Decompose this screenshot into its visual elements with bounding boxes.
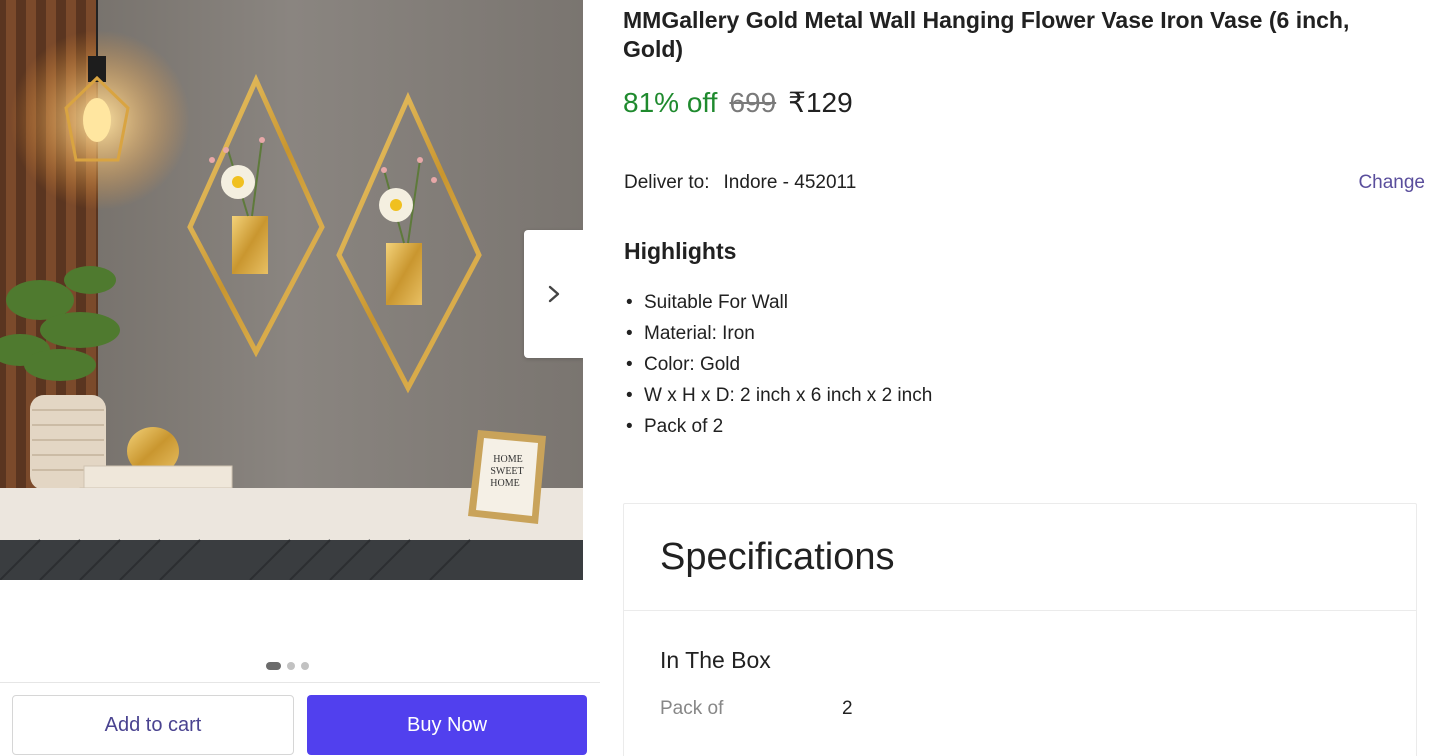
action-bar: Add to cart Buy Now [0, 682, 600, 756]
highlight-item: Color: Gold [624, 352, 944, 377]
specifications-header: Specifications [624, 504, 1416, 611]
specifications-card: Specifications In The Box Pack of 2 [623, 503, 1417, 756]
pagination-dot[interactable] [301, 662, 309, 670]
pagination-dot-active[interactable] [266, 662, 281, 670]
buy-now-button[interactable]: Buy Now [307, 695, 587, 755]
delivery-location: Indore - 452011 [723, 172, 857, 193]
highlights-list: Suitable For Wall Material: Iron Color: … [624, 290, 944, 445]
pagination-dot[interactable] [287, 662, 295, 670]
chevron-right-icon [548, 285, 559, 303]
delivery-row: Deliver to: Indore - 452011 Change [624, 172, 1425, 194]
product-image: HOME SWEET HOME [0, 0, 583, 580]
svg-text:HOME: HOME [493, 454, 522, 465]
change-location-link[interactable]: Change [1358, 172, 1425, 194]
spec-row: Pack of 2 [660, 698, 853, 720]
svg-text:HOME: HOME [490, 478, 519, 489]
highlight-item: Suitable For Wall [624, 290, 944, 315]
next-image-button[interactable] [524, 230, 583, 358]
spec-key: Pack of [660, 698, 724, 719]
spec-value: 2 [842, 698, 853, 719]
deliver-label: Deliver to: [624, 172, 710, 193]
original-price: 699 [729, 87, 777, 118]
highlight-item: W x H x D: 2 inch x 6 inch x 2 inch [624, 383, 944, 408]
discount-percentage: 81% off [623, 87, 718, 118]
highlight-item: Pack of 2 [624, 414, 944, 439]
add-to-cart-button[interactable]: Add to cart [12, 695, 294, 755]
price-row: 81% off 699 ₹129 [623, 86, 853, 119]
gallery-pagination [266, 662, 309, 670]
highlight-item: Material: Iron [624, 321, 944, 346]
svg-text:SWEET: SWEET [490, 466, 523, 477]
product-title: MMGallery Gold Metal Wall Hanging Flower… [623, 7, 1350, 62]
product-image-gallery[interactable]: HOME SWEET HOME [0, 0, 583, 580]
selling-price: ₹129 [788, 87, 853, 118]
highlights-heading: Highlights [624, 238, 737, 264]
spec-section-title: In The Box [660, 647, 771, 673]
specifications-heading: Specifications [660, 535, 895, 578]
